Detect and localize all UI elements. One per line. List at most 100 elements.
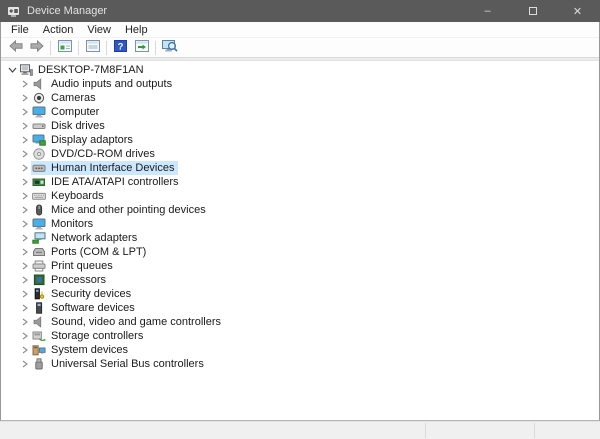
- tree-item-content[interactable]: Computer: [31, 105, 102, 119]
- expand-chevron-icon[interactable]: [19, 192, 31, 200]
- tree-item-keyboards[interactable]: Keyboards: [1, 189, 599, 203]
- expand-chevron-icon[interactable]: [19, 108, 31, 116]
- expand-chevron-icon[interactable]: [19, 94, 31, 102]
- search-computer-button[interactable]: [159, 39, 180, 57]
- expand-chevron-icon[interactable]: [19, 262, 31, 270]
- show-hide-console-tree-button[interactable]: [54, 39, 75, 57]
- tree-item-network-adapters[interactable]: Network adapters: [1, 231, 599, 245]
- tree-item-software-devices[interactable]: Software devices: [1, 301, 599, 315]
- ide-icon: [32, 176, 47, 188]
- maximize-icon: [528, 7, 537, 15]
- menu-item-file[interactable]: File: [4, 24, 36, 36]
- tree-item-label: Human Interface Devices: [51, 162, 175, 174]
- tree-item-content[interactable]: DVD/CD-ROM drives: [31, 147, 158, 161]
- tree-item-mice-and-other-pointing-devices[interactable]: Mice and other pointing devices: [1, 203, 599, 217]
- expand-chevron-icon[interactable]: [19, 164, 31, 172]
- tree-item-processors[interactable]: Processors: [1, 273, 599, 287]
- device-tree: DESKTOP-7M8F1AN Audio inputs and outputs C…: [1, 61, 599, 418]
- expand-chevron-icon[interactable]: [19, 136, 31, 144]
- expand-chevron-icon[interactable]: [19, 248, 31, 256]
- tree-item-security-devices[interactable]: Security devices: [1, 287, 599, 301]
- tree-item-content[interactable]: Network adapters: [31, 231, 140, 245]
- sound-icon: [32, 316, 47, 328]
- tree-item-desktop-7m8f1an[interactable]: DESKTOP-7M8F1AN: [1, 63, 599, 77]
- tree-item-universal-serial-bus-controllers[interactable]: Universal Serial Bus controllers: [1, 357, 599, 371]
- expand-chevron-icon[interactable]: [19, 206, 31, 214]
- tree-item-content[interactable]: Monitors: [31, 217, 96, 231]
- expand-chevron-icon[interactable]: [19, 220, 31, 228]
- tree-item-content[interactable]: Cameras: [31, 91, 99, 105]
- tree-item-content[interactable]: Audio inputs and outputs: [31, 77, 175, 91]
- menu-item-action[interactable]: Action: [36, 24, 81, 36]
- tree-item-cameras[interactable]: Cameras: [1, 91, 599, 105]
- tree-item-label: IDE ATA/ATAPI controllers: [51, 176, 179, 188]
- close-button[interactable]: ✕: [555, 0, 600, 22]
- expand-chevron-icon[interactable]: [19, 80, 31, 88]
- menu-item-help[interactable]: Help: [118, 24, 155, 36]
- tree-item-dvd-cd-rom-drives[interactable]: DVD/CD-ROM drives: [1, 147, 599, 161]
- tree-item-label: Computer: [51, 106, 100, 118]
- tree-item-sound-video-and-game-controllers[interactable]: Sound, video and game controllers: [1, 315, 599, 329]
- expand-chevron-icon[interactable]: [19, 234, 31, 242]
- help-button[interactable]: ?: [110, 39, 131, 57]
- titlebar[interactable]: Device Manager – ✕: [0, 0, 600, 22]
- maximize-button[interactable]: [510, 0, 555, 22]
- expand-chevron-icon[interactable]: [19, 318, 31, 326]
- tree-item-content[interactable]: Disk drives: [31, 119, 108, 133]
- tree-item-label: Monitors: [51, 218, 94, 230]
- tree-item-ports-com-lpt[interactable]: Ports (COM & LPT): [1, 245, 599, 259]
- search-computer-icon: [161, 40, 178, 55]
- scan-hardware-changes-button[interactable]: [131, 39, 152, 57]
- tree-item-computer[interactable]: Computer: [1, 105, 599, 119]
- expand-chevron-icon[interactable]: [19, 290, 31, 298]
- expand-chevron-icon[interactable]: [19, 122, 31, 130]
- back-button[interactable]: [5, 39, 26, 57]
- computer-root-icon: [19, 64, 34, 76]
- expand-chevron-icon[interactable]: [19, 360, 31, 368]
- properties-icon: [85, 40, 100, 55]
- tree-item-content[interactable]: Sound, video and game controllers: [31, 315, 224, 329]
- expand-chevron-icon[interactable]: [19, 346, 31, 354]
- tree-item-content[interactable]: Software devices: [31, 301, 138, 315]
- collapse-chevron-icon[interactable]: [6, 66, 18, 74]
- properties-button[interactable]: [82, 39, 103, 57]
- forward-button[interactable]: [26, 39, 47, 57]
- tree-item-content[interactable]: Display adaptors: [31, 133, 136, 147]
- tree-item-display-adaptors[interactable]: Display adaptors: [1, 133, 599, 147]
- expand-chevron-icon[interactable]: [19, 178, 31, 186]
- tree-item-content[interactable]: Security devices: [31, 287, 134, 301]
- tree-item-monitors[interactable]: Monitors: [1, 217, 599, 231]
- expand-chevron-icon[interactable]: [19, 150, 31, 158]
- tree-item-content[interactable]: Processors: [31, 273, 109, 287]
- tree-item-system-devices[interactable]: System devices: [1, 343, 599, 357]
- expand-chevron-icon[interactable]: [19, 332, 31, 340]
- toolbar-separator: [78, 40, 79, 55]
- tree-item-content[interactable]: Storage controllers: [31, 329, 146, 343]
- tree-item-label: DESKTOP-7M8F1AN: [38, 64, 144, 76]
- expand-chevron-icon[interactable]: [19, 304, 31, 312]
- menu-item-view[interactable]: View: [80, 24, 118, 36]
- tree-item-content[interactable]: Human Interface Devices: [31, 161, 178, 175]
- tree-item-content[interactable]: IDE ATA/ATAPI controllers: [31, 175, 182, 189]
- tree-item-ide-ata-atapi-controllers[interactable]: IDE ATA/ATAPI controllers: [1, 175, 599, 189]
- tree-item-content[interactable]: Print queues: [31, 259, 116, 273]
- tree-item-label: Audio inputs and outputs: [51, 78, 173, 90]
- expand-chevron-icon[interactable]: [19, 276, 31, 284]
- tree-item-content[interactable]: DESKTOP-7M8F1AN: [18, 63, 147, 77]
- tree-item-content[interactable]: Keyboards: [31, 189, 107, 203]
- tree-item-storage-controllers[interactable]: Storage controllers: [1, 329, 599, 343]
- printer-icon: [32, 260, 47, 272]
- speaker-icon: [32, 78, 47, 90]
- tree-item-human-interface-devices[interactable]: Human Interface Devices: [1, 161, 599, 175]
- tree-item-content[interactable]: Ports (COM & LPT): [31, 245, 149, 259]
- security-icon: [32, 288, 47, 300]
- tree-item-audio-inputs-and-outputs[interactable]: Audio inputs and outputs: [1, 77, 599, 91]
- storage-icon: [32, 330, 47, 342]
- minimize-button[interactable]: –: [465, 0, 510, 22]
- tree-item-label: Network adapters: [51, 232, 138, 244]
- tree-item-disk-drives[interactable]: Disk drives: [1, 119, 599, 133]
- tree-item-print-queues[interactable]: Print queues: [1, 259, 599, 273]
- tree-item-content[interactable]: Universal Serial Bus controllers: [31, 357, 207, 371]
- tree-item-content[interactable]: Mice and other pointing devices: [31, 203, 209, 217]
- tree-item-content[interactable]: System devices: [31, 343, 131, 357]
